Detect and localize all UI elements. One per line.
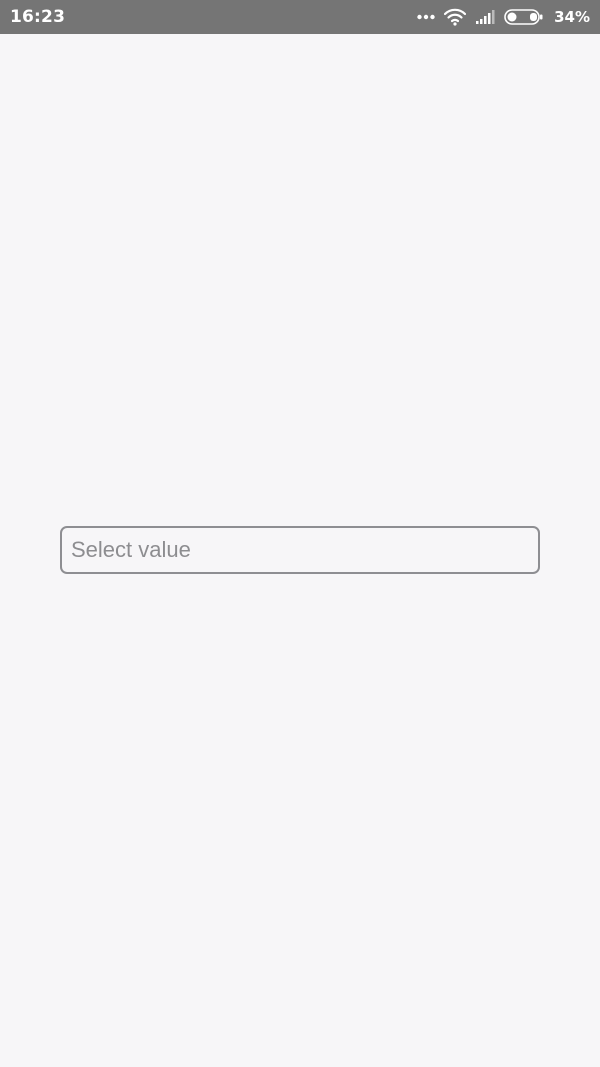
status-icons: 34% bbox=[417, 0, 590, 34]
status-time: 16:23 bbox=[10, 7, 66, 27]
main-content: Select value bbox=[0, 34, 600, 1067]
status-bar: 16:23 34% bbox=[0, 0, 600, 34]
more-dots-icon bbox=[417, 14, 435, 20]
battery-icon bbox=[504, 9, 544, 25]
signal-icon bbox=[475, 9, 495, 25]
battery-percent: 34% bbox=[554, 8, 590, 26]
wifi-icon bbox=[444, 8, 467, 26]
select-value-field[interactable]: Select value bbox=[60, 526, 540, 574]
select-placeholder: Select value bbox=[71, 537, 191, 562]
